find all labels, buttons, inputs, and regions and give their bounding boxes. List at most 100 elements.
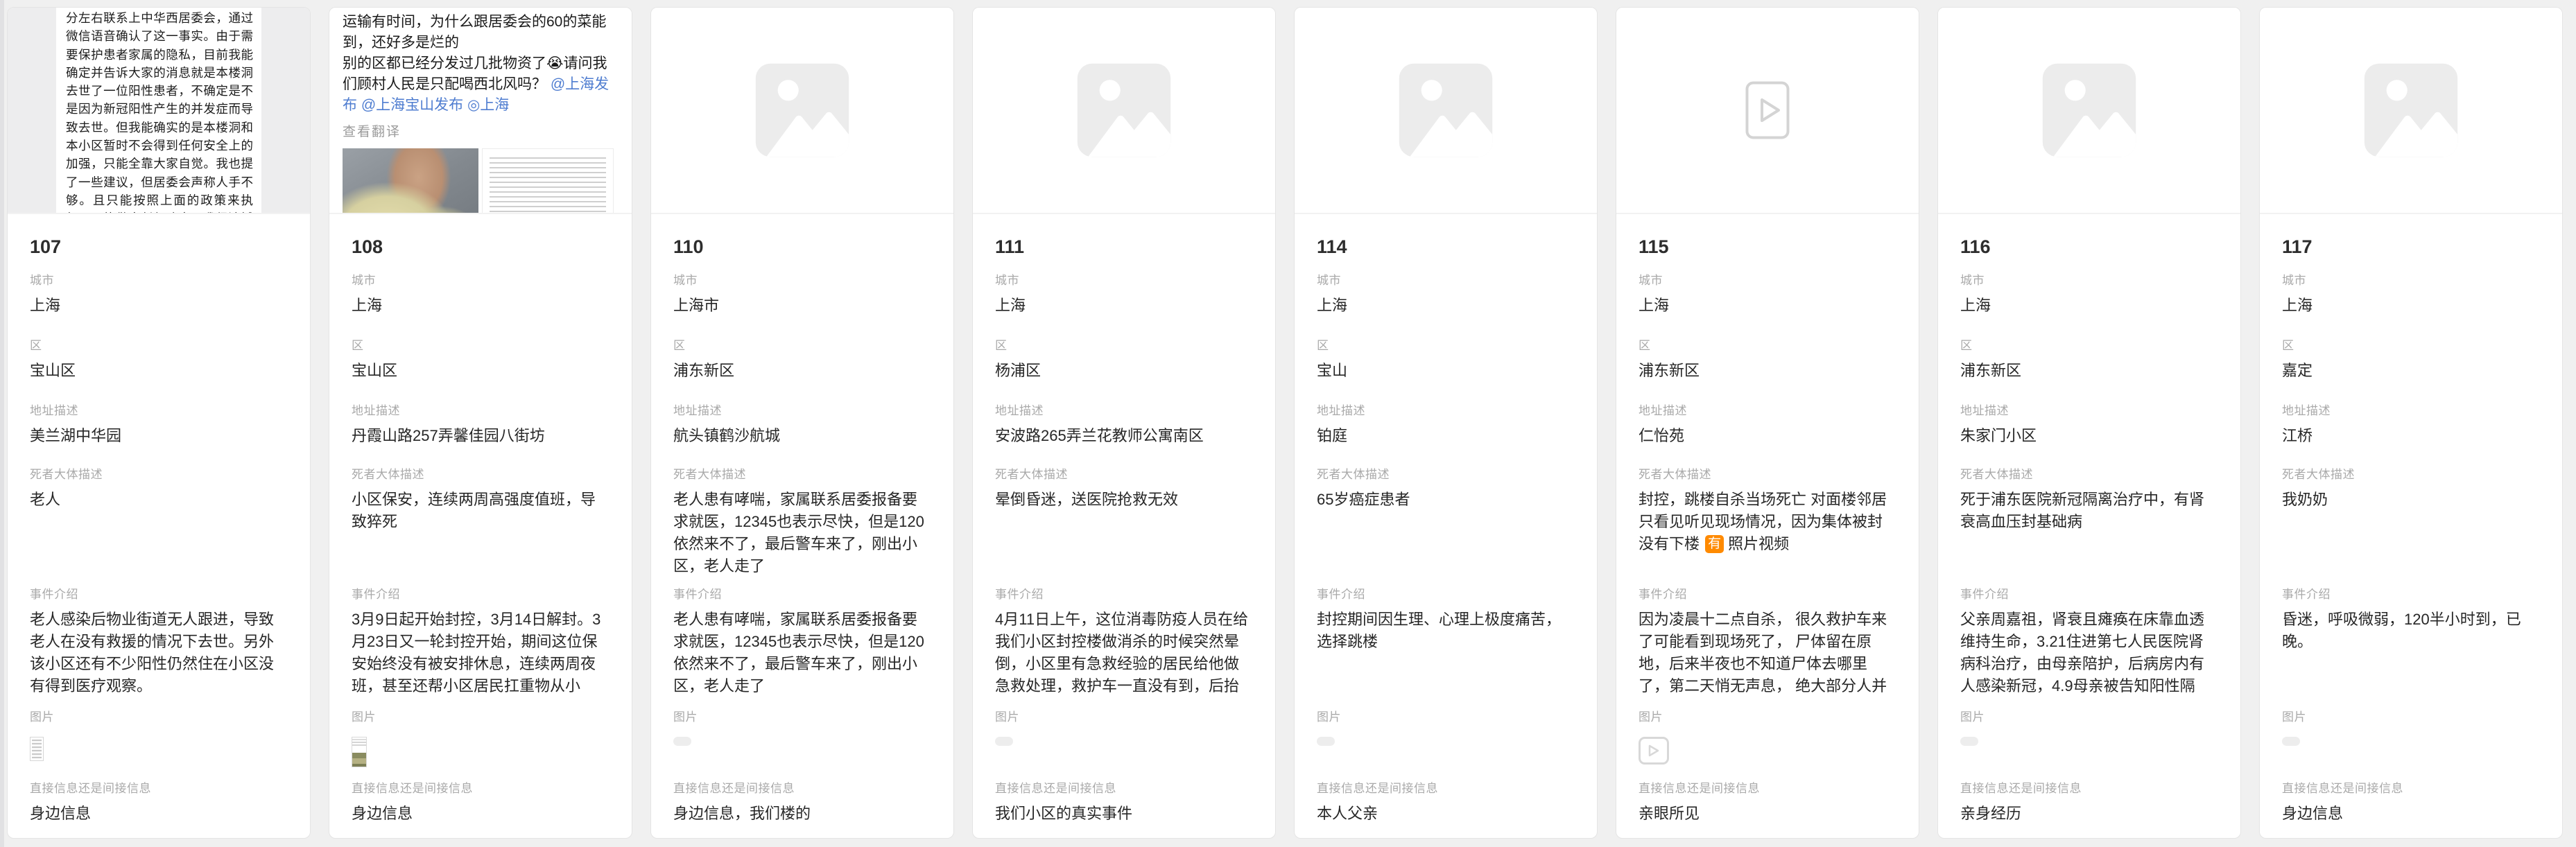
field-label-event: 事件介绍 — [30, 586, 288, 603]
field-label-city: 城市 — [30, 272, 288, 289]
field-label-image: 图片 — [673, 709, 931, 726]
field-label-city: 城市 — [1639, 272, 1896, 289]
field-value-address: 航头镇鹤沙航城 — [673, 425, 931, 447]
record-id: 114 — [1317, 234, 1575, 260]
record-card[interactable]: 116 城市 上海 区 浦东新区 地址描述 朱家门小区 死者大体描述 死于浦东医… — [1937, 7, 2241, 839]
attachment-chat-screenshot: 分左右联系上中华西居委会，通过微信语音确认了这一事实。由于需要保护患者家属的隐私… — [8, 8, 310, 213]
weibo-translate-link[interactable]: 查看翻译 — [343, 121, 619, 140]
card-fields: 116 城市 上海 区 浦东新区 地址描述 朱家门小区 死者大体描述 死于浦东医… — [1938, 234, 2240, 825]
attachment-thumbnail-placeholder[interactable] — [995, 737, 1013, 746]
attachment-thumbnail[interactable] — [30, 737, 44, 761]
field-label-district: 区 — [1960, 338, 2218, 354]
field-value-district: 嘉定 — [2282, 360, 2540, 382]
field-value-city: 上海 — [995, 295, 1253, 317]
record-card[interactable]: 110 城市 上海市 区 浦东新区 地址描述 航头镇鹤沙航城 死者大体描述 老人… — [650, 7, 954, 839]
field-label-image: 图片 — [1317, 709, 1575, 726]
record-card[interactable]: 115 城市 上海 区 浦东新区 地址描述 仁怡苑 死者大体描述 封控，跳楼自杀… — [1616, 7, 1919, 839]
field-label-direct-or-indirect: 直接信息还是间接信息 — [352, 780, 610, 797]
card-attachment-preview[interactable] — [973, 8, 1275, 214]
attachment-video-thumbnail[interactable] — [1639, 737, 1669, 765]
card-attachment-preview[interactable] — [651, 8, 953, 214]
field-label-address: 地址描述 — [673, 403, 931, 419]
field-label-direct-or-indirect: 直接信息还是间接信息 — [2282, 780, 2540, 797]
field-label-deceased: 死者大体描述 — [995, 466, 1253, 483]
card-fields: 117 城市 上海 区 嘉定 地址描述 江桥 死者大体描述 我奶奶 事件介绍 昏… — [2260, 234, 2562, 825]
field-value-deceased: 老人 — [30, 489, 288, 579]
attachment-thumbnail[interactable] — [352, 737, 367, 767]
field-label-address: 地址描述 — [1960, 403, 2218, 419]
field-label-address: 地址描述 — [1639, 403, 1896, 419]
field-label-image: 图片 — [1960, 709, 2218, 726]
deceased-text: 老人 — [30, 491, 60, 508]
field-value-district: 宝山 — [1317, 360, 1575, 382]
field-value-direct-or-indirect: 我们小区的真实事件 — [995, 803, 1253, 825]
weibo-post-text: 运输有时间，为什么跟居委会的60的菜能到，还好多是烂的 别的区都已经分发过几批物… — [343, 12, 619, 116]
card-fields: 108 城市 上海 区 宝山区 地址描述 丹霞山路257弄馨佳园八街坊 死者大体… — [329, 234, 632, 825]
field-label-address: 地址描述 — [1317, 403, 1575, 419]
field-label-direct-or-indirect: 直接信息还是间接信息 — [30, 780, 288, 797]
photo-placeholder-icon — [2353, 52, 2469, 168]
field-value-deceased: 65岁癌症患者 — [1317, 489, 1575, 579]
card-attachment-preview[interactable]: 运输有时间，为什么跟居委会的60的菜能到，还好多是烂的 别的区都已经分发过几批物… — [329, 8, 632, 214]
record-card[interactable]: 111 城市 上海 区 杨浦区 地址描述 安波路265弄兰花教师公寓南区 死者大… — [972, 7, 1276, 839]
card-fields: 107 城市 上海 区 宝山区 地址描述 美兰湖中华园 死者大体描述 老人 事件… — [8, 234, 310, 825]
field-value-city: 上海市 — [673, 295, 931, 317]
window-edge-scrollbar[interactable] — [0, 0, 4, 847]
field-label-city: 城市 — [1317, 272, 1575, 289]
attachment-thumbnail-placeholder[interactable] — [2282, 737, 2300, 746]
field-label-deceased: 死者大体描述 — [2282, 466, 2540, 483]
field-value-deceased: 小区保安，连续两周高强度值班，导致猝死 — [352, 489, 610, 579]
record-card[interactable]: 114 城市 上海 区 宝山 地址描述 铂庭 死者大体描述 65岁癌症患者 事件… — [1294, 7, 1598, 839]
weibo-photo-rotten-cabbage — [343, 148, 478, 214]
field-value-direct-or-indirect: 身边信息，我们楼的 — [673, 803, 931, 825]
attachment-thumbnail-row — [352, 737, 610, 767]
field-value-address: 铂庭 — [1317, 425, 1575, 447]
field-value-city: 上海 — [30, 295, 288, 317]
weibo-photo-article-screenshot — [482, 148, 614, 214]
field-value-district: 浦东新区 — [673, 360, 931, 382]
card-fields: 115 城市 上海 区 浦东新区 地址描述 仁怡苑 死者大体描述 封控，跳楼自杀… — [1616, 234, 1919, 825]
field-value-direct-or-indirect: 亲身经历 — [1960, 803, 2218, 825]
field-value-direct-or-indirect: 身边信息 — [30, 803, 288, 825]
field-label-deceased: 死者大体描述 — [352, 466, 610, 483]
field-value-direct-or-indirect: 身边信息 — [352, 803, 610, 825]
field-value-city: 上海 — [2282, 295, 2540, 317]
field-label-address: 地址描述 — [2282, 403, 2540, 419]
field-label-event: 事件介绍 — [1639, 586, 1896, 603]
field-value-deceased: 我奶奶 — [2282, 489, 2540, 579]
record-id: 111 — [995, 234, 1253, 260]
attachment-thumbnail-placeholder[interactable] — [1317, 737, 1335, 746]
card-board: 分左右联系上中华西居委会，通过微信语音确认了这一事实。由于需要保护患者家属的隐私… — [7, 7, 2563, 839]
attachment-thumbnail-row — [673, 737, 931, 767]
attachment-thumbnail-row — [2282, 737, 2540, 767]
field-value-district: 浦东新区 — [1639, 360, 1896, 382]
video-play-icon — [1745, 81, 1790, 139]
field-label-deceased: 死者大体描述 — [673, 466, 931, 483]
field-label-deceased: 死者大体描述 — [1639, 466, 1896, 483]
record-card[interactable]: 分左右联系上中华西居委会，通过微信语音确认了这一事实。由于需要保护患者家属的隐私… — [7, 7, 311, 839]
card-attachment-preview[interactable] — [1938, 8, 2240, 214]
deceased-text: 晕倒昏迷，送医院抢救无效 — [995, 491, 1178, 508]
photo-placeholder-icon — [1066, 52, 1182, 168]
record-card[interactable]: 117 城市 上海 区 嘉定 地址描述 江桥 死者大体描述 我奶奶 事件介绍 昏… — [2259, 7, 2563, 839]
card-attachment-preview[interactable] — [2260, 8, 2562, 214]
attachment-thumbnail-placeholder[interactable] — [673, 737, 691, 746]
field-value-deceased: 封控，跳楼自杀当场死亡 对面楼邻居只看见听见现场情况，因为集体被封没有下楼 有照… — [1639, 489, 1896, 579]
field-value-direct-or-indirect: 本人父亲 — [1317, 803, 1575, 825]
field-label-direct-or-indirect: 直接信息还是间接信息 — [1960, 780, 2218, 797]
field-label-deceased: 死者大体描述 — [30, 466, 288, 483]
field-value-event: 封控期间因生理、心理上极度痛苦，选择跳楼 — [1317, 609, 1575, 699]
card-attachment-preview[interactable]: 分左右联系上中华西居委会，通过微信语音确认了这一事实。由于需要保护患者家属的隐私… — [8, 8, 310, 214]
field-label-address: 地址描述 — [995, 403, 1253, 419]
field-label-event: 事件介绍 — [352, 586, 610, 603]
attachment-thumbnail-placeholder[interactable] — [1960, 737, 1978, 746]
field-value-district: 浦东新区 — [1960, 360, 2218, 382]
card-attachment-preview[interactable] — [1616, 8, 1919, 214]
attachment-weibo-screenshot: 运输有时间，为什么跟居委会的60的菜能到，还好多是烂的 别的区都已经分发过几批物… — [343, 8, 619, 213]
record-id: 107 — [30, 234, 288, 260]
field-value-deceased: 晕倒昏迷，送医院抢救无效 — [995, 489, 1253, 579]
deceased-text: 老人患有哮喘，家属联系居委报备要求就医，12345也表示尽快，但是120依然来不… — [673, 491, 924, 575]
record-card[interactable]: 运输有时间，为什么跟居委会的60的菜能到，还好多是烂的 别的区都已经分发过几批物… — [329, 7, 632, 839]
card-attachment-preview[interactable] — [1295, 8, 1597, 214]
card-fields: 110 城市 上海市 区 浦东新区 地址描述 航头镇鹤沙航城 死者大体描述 老人… — [651, 234, 953, 825]
